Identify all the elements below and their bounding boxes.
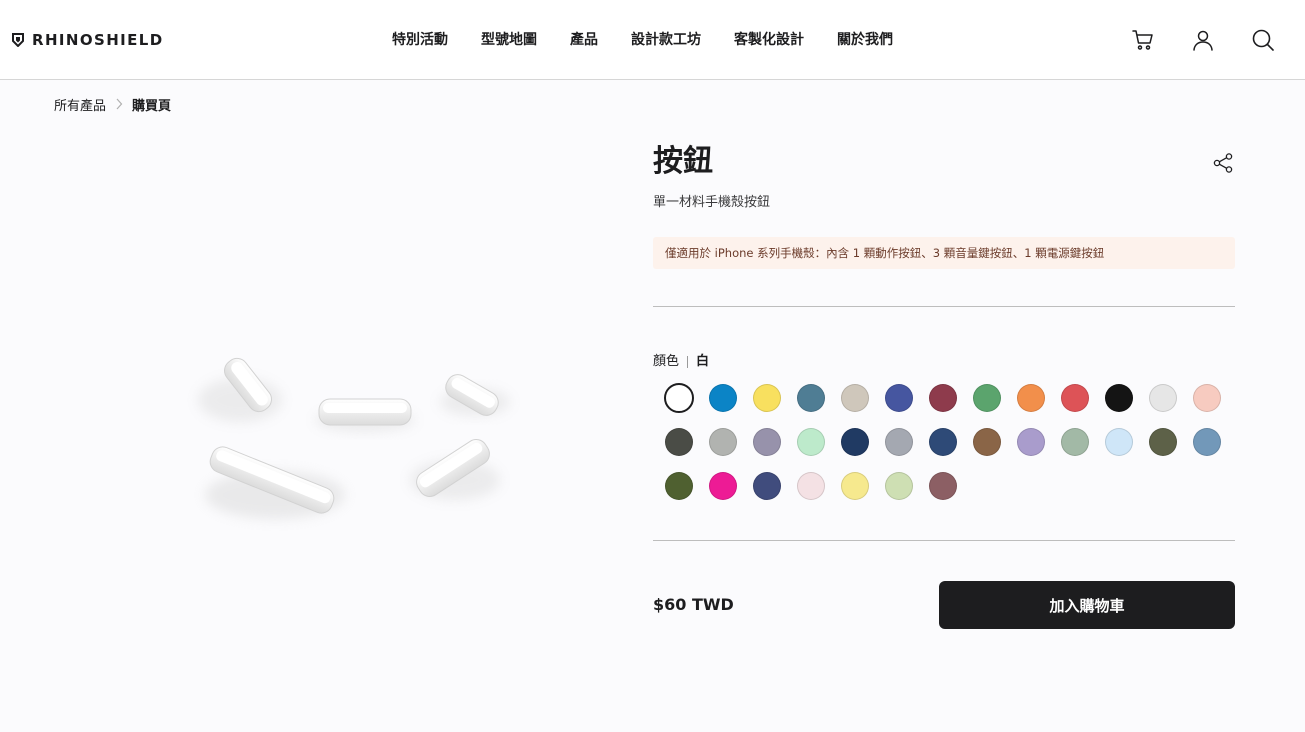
chevron-right-icon xyxy=(116,98,123,110)
color-swatch[interactable] xyxy=(1061,428,1089,456)
color-swatch[interactable] xyxy=(709,472,737,500)
divider-bottom xyxy=(653,540,1235,541)
product-subtitle: 單一材料手機殼按鈕 xyxy=(653,195,771,210)
main-nav: 特別活動 型號地圖 產品 設計款工坊 客製化設計 關於我們 xyxy=(392,29,893,51)
color-swatch[interactable] xyxy=(1149,384,1177,412)
color-swatch[interactable] xyxy=(841,428,869,456)
color-swatch[interactable] xyxy=(709,428,737,456)
color-swatch[interactable] xyxy=(929,428,957,456)
color-swatch[interactable] xyxy=(1017,384,1045,412)
nav-item-model-map[interactable]: 型號地圖 xyxy=(481,29,537,51)
color-swatch[interactable] xyxy=(1105,384,1133,412)
compatibility-notice: 僅適用於 iPhone 系列手機殼：內含 1 顆動作按鈕、3 顆音量鍵按鈕、1 … xyxy=(653,237,1235,269)
site-header: RHINOSHIELD 特別活動 型號地圖 產品 設計款工坊 客製化設計 關於我… xyxy=(0,0,1305,80)
product-title: 按鈕 xyxy=(653,144,713,179)
color-swatch[interactable] xyxy=(885,428,913,456)
share-icon[interactable] xyxy=(1212,152,1234,174)
breadcrumb-all-products[interactable]: 所有產品 xyxy=(54,95,106,114)
color-swatch[interactable] xyxy=(885,472,913,500)
color-swatch[interactable] xyxy=(1193,428,1221,456)
color-swatch[interactable] xyxy=(797,384,825,412)
color-swatch[interactable] xyxy=(1149,428,1177,456)
color-swatch[interactable] xyxy=(841,472,869,500)
color-label-text: 顏色 xyxy=(653,354,680,369)
color-swatch[interactable] xyxy=(1105,428,1133,456)
label-separator xyxy=(687,356,689,368)
color-swatch[interactable] xyxy=(797,472,825,500)
color-swatch[interactable] xyxy=(929,384,957,412)
color-swatch[interactable] xyxy=(885,384,913,412)
color-swatch[interactable] xyxy=(753,428,781,456)
color-swatch[interactable] xyxy=(709,384,737,412)
color-swatch[interactable] xyxy=(797,428,825,456)
product-price: $60 TWD xyxy=(653,595,734,614)
selected-color-name: 白 xyxy=(696,354,710,369)
color-swatch[interactable] xyxy=(665,428,693,456)
nav-item-products[interactable]: 產品 xyxy=(570,29,598,51)
color-swatch[interactable] xyxy=(1017,428,1045,456)
color-swatch[interactable] xyxy=(753,384,781,412)
color-swatch[interactable] xyxy=(753,472,781,500)
divider-top xyxy=(653,306,1235,307)
color-swatch[interactable] xyxy=(665,472,693,500)
product-image xyxy=(198,357,510,519)
color-swatch[interactable] xyxy=(1193,384,1221,412)
color-swatch[interactable] xyxy=(664,383,694,413)
user-icon[interactable] xyxy=(1191,28,1215,52)
color-label: 顏色 白 xyxy=(653,352,709,372)
nav-item-design-studio[interactable]: 設計款工坊 xyxy=(631,29,701,51)
color-swatch[interactable] xyxy=(973,384,1001,412)
breadcrumb-current: 購買頁 xyxy=(132,98,172,114)
add-to-cart-button[interactable]: 加入購物車 xyxy=(939,581,1235,629)
search-icon[interactable] xyxy=(1251,28,1275,52)
nav-item-events[interactable]: 特別活動 xyxy=(392,29,448,51)
color-swatch[interactable] xyxy=(973,428,1001,456)
site-logo[interactable]: RHINOSHIELD xyxy=(12,29,164,51)
color-swatch[interactable] xyxy=(929,472,957,500)
cart-icon[interactable] xyxy=(1131,28,1155,52)
breadcrumb: 所有產品 購買頁 xyxy=(54,94,171,114)
color-swatch[interactable] xyxy=(1061,384,1089,412)
nav-item-about[interactable]: 關於我們 xyxy=(837,29,893,51)
color-swatch[interactable] xyxy=(841,384,869,412)
logo-text: RHINOSHIELD xyxy=(32,31,164,49)
shield-logo-icon xyxy=(12,33,24,47)
nav-item-customize[interactable]: 客製化設計 xyxy=(734,29,804,51)
